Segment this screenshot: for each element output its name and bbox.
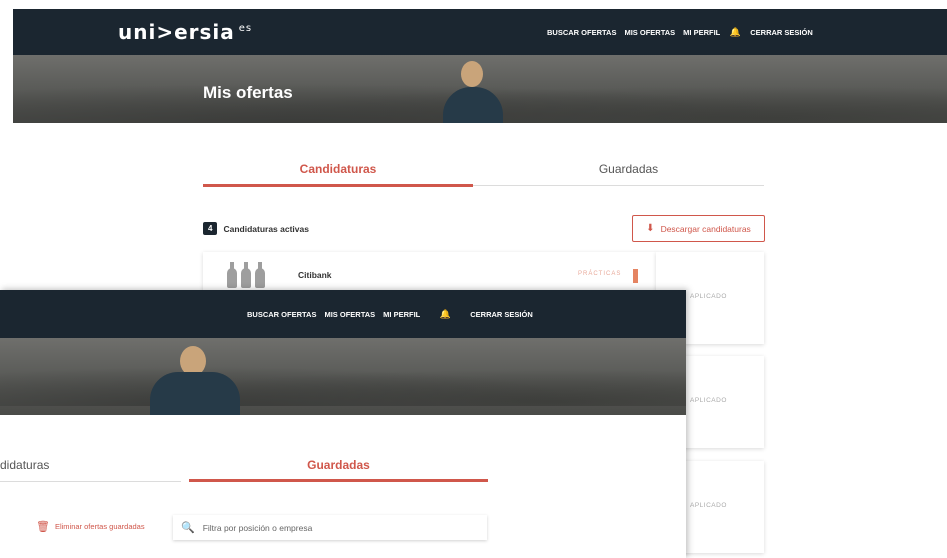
count-label: Candidaturas activas [223, 223, 309, 234]
tab-guardadas[interactable]: Guardadas [493, 158, 764, 186]
nav-buscar-ofertas[interactable]: BUSCAR OFERTAS [247, 310, 316, 319]
trash-icon: 🗑 [36, 521, 50, 533]
nav-cerrar-sesion[interactable]: CERRAR SESIÓN [470, 310, 533, 319]
company-name: Citibank [298, 270, 332, 280]
tabs: didaturas Guardadas [0, 448, 488, 482]
tab-guardadas[interactable]: Guardadas [189, 458, 488, 472]
nav-mis-ofertas[interactable]: MIS OFERTAS [624, 28, 675, 37]
top-navbar: uni>ersia es BUSCAR OFERTAS MIS OFERTAS M… [13, 9, 947, 55]
count-badge: 4 [203, 222, 218, 235]
tab-candidaturas[interactable]: Candidaturas [203, 158, 473, 187]
active-applications-count: 4 Candidaturas activas [203, 222, 309, 235]
nav-cerrar-sesion[interactable]: CERRAR SESIÓN [750, 28, 813, 37]
tag-indicator [633, 269, 638, 283]
top-navbar: BUSCAR OFERTAS MIS OFERTAS MI PERFIL 🔔 C… [0, 290, 686, 338]
company-logo [227, 262, 265, 288]
search-input[interactable] [202, 522, 473, 533]
status-label: APLICADO [690, 397, 727, 404]
bell-icon[interactable]: 🔔 [728, 27, 742, 38]
search-box: 🔍 [173, 515, 487, 540]
foreground-window: BUSCAR OFERTAS MIS OFERTAS MI PERFIL 🔔 C… [0, 290, 686, 558]
download-applications-button[interactable]: ⬇ Descargar candidaturas [632, 215, 765, 242]
nav-links: BUSCAR OFERTAS MIS OFERTAS MI PERFIL 🔔 C… [547, 9, 813, 55]
nav-mis-ofertas[interactable]: MIS OFERTAS [324, 310, 375, 319]
nav-links: BUSCAR OFERTAS MIS OFERTAS MI PERFIL 🔔 C… [247, 290, 533, 338]
hero-person-image [150, 346, 240, 415]
tab-candidaturas[interactable]: didaturas [0, 458, 49, 472]
status-label: APLICADO [690, 293, 727, 300]
hero-banner: Mis ofertas [13, 55, 947, 123]
hero-person-image [443, 61, 503, 123]
universia-logo[interactable]: uni>ersia es [118, 20, 252, 44]
search-icon: 🔍 [181, 522, 195, 534]
page-title: Mis ofertas [203, 83, 293, 102]
delete-saved-offers-button[interactable]: 🗑 Eliminar ofertas guardadas [36, 520, 145, 533]
offer-type-tag: PRÁCTICAS [578, 271, 622, 277]
hero-banner [0, 338, 686, 415]
bell-icon[interactable]: 🔔 [438, 309, 452, 320]
nav-mi-perfil[interactable]: MI PERFIL [683, 28, 720, 37]
tabs: Candidaturas Guardadas [203, 158, 764, 187]
status-label: APLICADO [690, 502, 727, 509]
nav-mi-perfil[interactable]: MI PERFIL [383, 310, 420, 319]
nav-buscar-ofertas[interactable]: BUSCAR OFERTAS [547, 28, 616, 37]
download-icon: ⬇ [646, 223, 655, 234]
